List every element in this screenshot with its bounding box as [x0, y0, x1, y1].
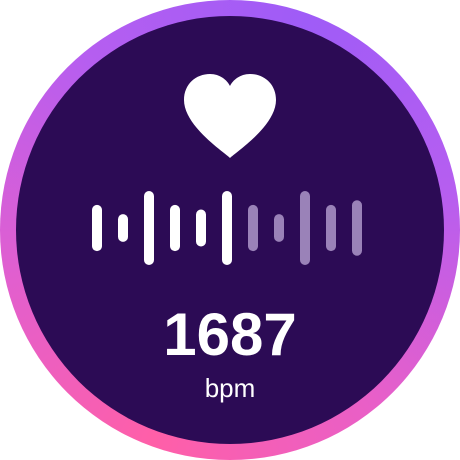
waveform-bar — [248, 204, 258, 252]
waveform-bar — [144, 191, 154, 265]
waveform-bar — [300, 191, 310, 265]
waveform-bar — [274, 214, 284, 242]
waveform-bar — [352, 200, 362, 256]
heart-icon — [184, 74, 276, 158]
waveform-bar — [170, 204, 180, 252]
heart-rate-unit: bpm — [204, 373, 256, 403]
waveform-bar — [92, 204, 102, 252]
waveform-bar — [326, 204, 336, 252]
waveform-bar — [196, 209, 206, 247]
heart-rate-value: 1687 — [163, 301, 297, 368]
waveform-bar — [118, 214, 128, 242]
waveform-bar — [222, 191, 232, 265]
waveform-icon — [92, 191, 362, 265]
